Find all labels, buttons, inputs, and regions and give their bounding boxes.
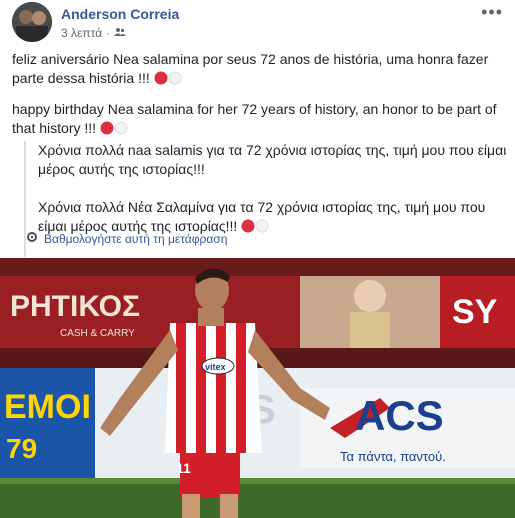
rate-translation-link[interactable]: Βαθμολογήστε αυτή τη μετάφραση [44, 232, 227, 246]
post-meta: 3 λεπτά · [61, 26, 127, 40]
author-avatar[interactable] [12, 2, 52, 42]
author-name[interactable]: Anderson Correia [61, 6, 179, 22]
post-photo[interactable]: ΡΗΤΙΚΟΣ CASH & CARRY SY ΕΜΟΙ 79 ACS Τα π… [0, 258, 515, 518]
more-options-icon[interactable]: ••• [481, 2, 503, 23]
ad-board-left-number: 79 [6, 433, 37, 464]
translation-line-1: Χρόνια πολλά naa salamis για τα 72 χρόνι… [38, 142, 507, 177]
white-circle-icon [168, 71, 182, 90]
post-text-english: happy birthday Nea salamina for her 72 y… [12, 100, 504, 140]
white-circle-icon [255, 219, 269, 238]
rate-translation[interactable]: Βαθμολογήστε αυτή τη μετάφραση [26, 231, 227, 246]
shirt-sponsor: vitex [205, 362, 226, 372]
friends-icon[interactable] [114, 26, 127, 40]
banner-left-subtext: CASH & CARRY [60, 328, 135, 339]
ad-board-left-text: ΕΜΟΙ [4, 388, 91, 426]
post-header: Anderson Correia 3 λεπτά · ••• [0, 0, 515, 46]
white-circle-icon [114, 121, 128, 140]
red-circle-icon [154, 71, 168, 90]
ad-acs-subtext: Τα πάντα, παντού. [340, 449, 446, 464]
post-text-portuguese: feliz aniversário Nea salamina por seus … [12, 50, 504, 90]
gear-icon [26, 231, 38, 246]
banner-left-text: ΡΗΤΙΚΟΣ [10, 290, 140, 323]
post-timestamp[interactable]: 3 λεπτά [61, 26, 102, 40]
red-circle-icon [100, 121, 114, 140]
shirt-number: 11 [176, 460, 191, 476]
post-body: feliz aniversário Nea salamina por seus … [12, 50, 504, 150]
facebook-post: Anderson Correia 3 λεπτά · ••• feliz ani… [0, 0, 515, 518]
banner-right-text: SY [452, 293, 498, 331]
red-circle-icon [241, 219, 255, 238]
ad-acs-text: ACS [355, 392, 444, 439]
